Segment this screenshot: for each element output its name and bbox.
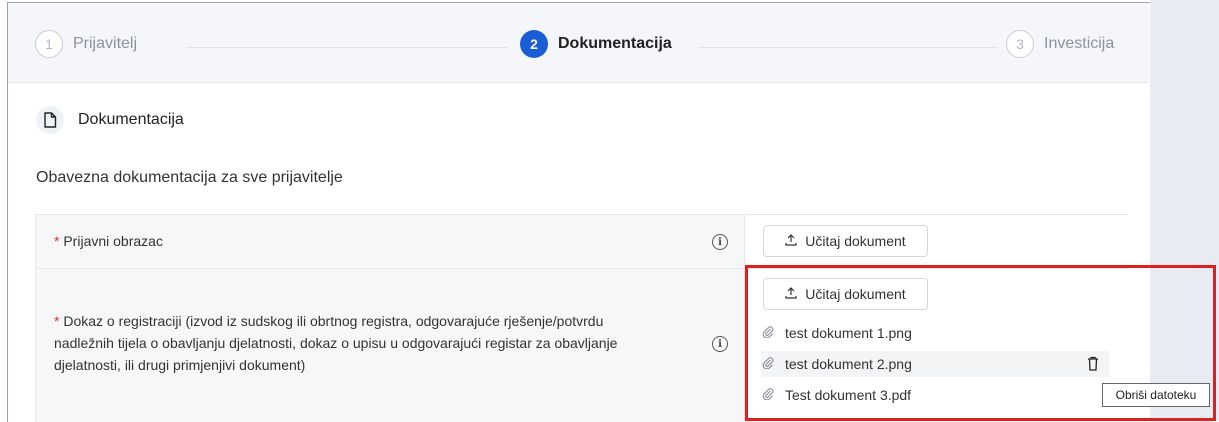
upload-label: Učitaj dokument: [805, 233, 906, 249]
step-number: 3: [1006, 30, 1034, 58]
section-title-text: Dokumentacija: [78, 111, 184, 128]
info-icon[interactable]: i: [712, 336, 728, 352]
upload-icon: [785, 233, 797, 249]
step-connector: [186, 47, 508, 48]
upload-cell: Učitaj dokument: [744, 215, 1128, 268]
stepper: 1 Prijavitelj 2 Dokumentacija 3 Investic…: [8, 3, 1149, 83]
delete-file-tooltip: Obriši datoteku: [1102, 383, 1210, 407]
row-label-line: djelatnosti, ili drugi primjenjivi dokum…: [54, 357, 306, 373]
step-label: Prijavitelj: [73, 35, 138, 52]
upload-document-button[interactable]: Učitaj dokument: [763, 225, 928, 257]
step-investicija[interactable]: 3 Investicija: [1006, 30, 1114, 58]
row-label-line: nadležnih tijela o obavljanju djelatnost…: [54, 335, 618, 351]
row-label: * Prijavni obrazac: [54, 230, 163, 252]
step-label: Investicija: [1044, 35, 1115, 52]
table-row: * Prijavni obrazac i Učitaj dokument: [36, 215, 1128, 269]
step-prijavitelj[interactable]: 1 Prijavitelj: [35, 30, 137, 58]
info-icon[interactable]: i: [712, 234, 728, 250]
document-icon: [36, 106, 64, 134]
step-connector: [698, 47, 998, 48]
step-number: 1: [35, 30, 63, 58]
step-label: Dokumentacija: [558, 35, 672, 52]
step-number: 2: [520, 30, 548, 58]
subtitle: Obavezna dokumentacija za sve prijavitel…: [36, 169, 343, 186]
required-marker: *: [54, 313, 60, 329]
step-dokumentacija[interactable]: 2 Dokumentacija: [520, 30, 672, 58]
required-marker: *: [54, 233, 60, 249]
row-label: * Dokaz o registraciji (izvod iz sudskog…: [54, 310, 617, 376]
row-label-line: Dokaz o registraciji (izvod iz sudskog i…: [63, 313, 604, 329]
row-label-text: Prijavni obrazac: [63, 233, 163, 249]
section-title: Dokumentacija: [36, 106, 184, 134]
